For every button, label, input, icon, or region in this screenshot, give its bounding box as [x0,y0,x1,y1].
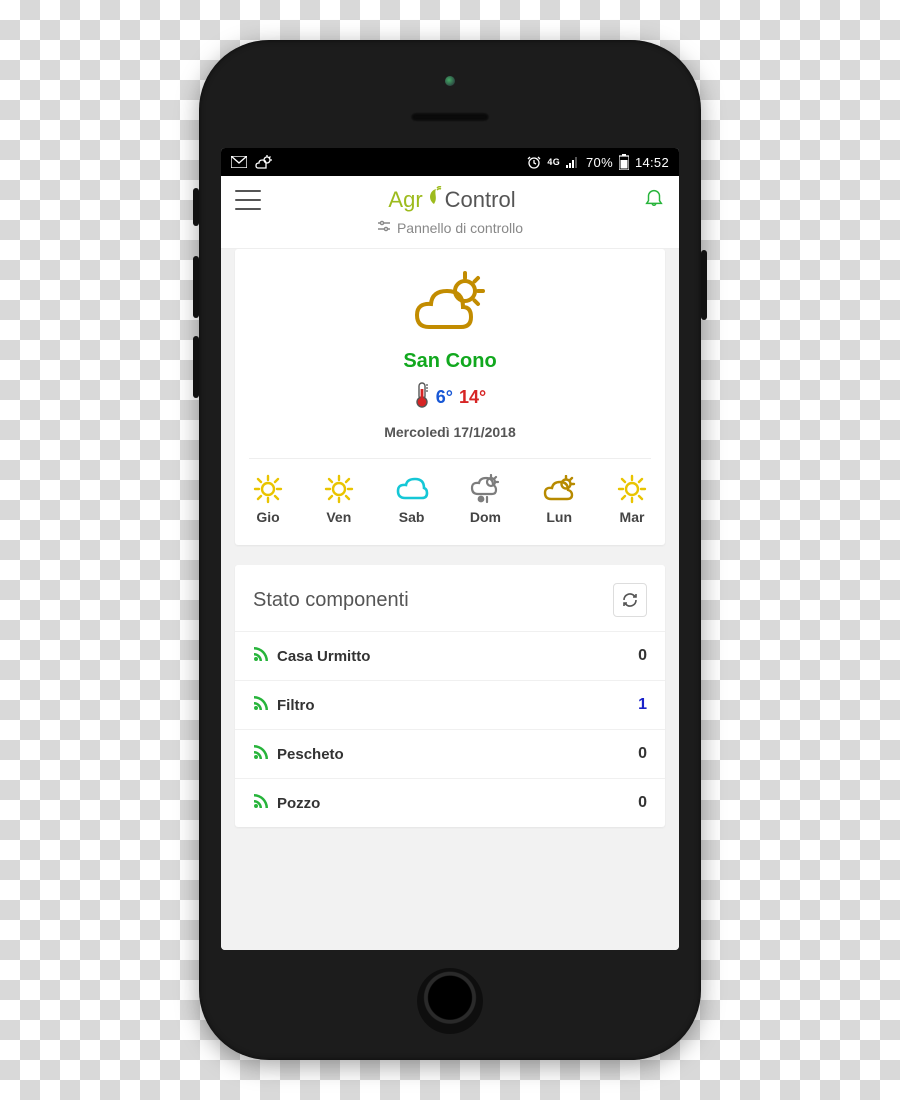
component-value: 0 [638,794,647,812]
component-name: Pescheto [277,746,344,763]
forecast-row: Gio Ven Sab Dom Lun Mar [249,459,651,527]
forecast-day[interactable]: Dom [469,475,501,525]
sun-icon [617,475,647,503]
component-name: Casa Urmitto [277,648,370,665]
app-header: Agr Control Pannello di controllo [221,176,679,249]
sliders-icon [377,219,391,236]
screen: 4G 70% 14:52 Agr [221,148,679,950]
forecast-day-label: Mar [620,509,645,525]
menu-button[interactable] [235,190,261,210]
logo-part2: Control [445,187,516,213]
component-name: Filtro [277,697,315,714]
signal-status-icon [253,793,269,813]
content-area: San Cono 6° 14° Mercoledì 17/1/2018 Gio V… [221,249,679,950]
thermometer-icon [414,381,430,414]
status-bar: 4G 70% 14:52 [221,148,679,176]
temp-low: 6° [436,387,453,408]
component-row[interactable]: Filtro 1 [235,680,665,729]
power-button [701,250,707,320]
battery-text: 70% [586,155,613,170]
component-row[interactable]: Pozzo 0 [235,778,665,827]
clock-text: 14:52 [635,155,669,170]
components-title: Stato componenti [253,589,409,612]
component-value: 0 [638,745,647,763]
forecast-day-label: Lun [546,509,572,525]
component-name: Pozzo [277,795,320,812]
weather-date: Mercoledì 17/1/2018 [384,424,516,440]
forecast-day[interactable]: Sab [395,475,429,525]
volume-up [193,256,199,318]
component-row[interactable]: Pescheto 0 [235,729,665,778]
components-list: Casa Urmitto 0 Filtro 1 Pescheto 0 Pozzo 0 [235,631,665,827]
leaf-icon [424,186,444,212]
phone-frame: 4G 70% 14:52 Agr [199,40,701,1060]
weather-notif-icon [255,155,273,169]
component-value: 0 [638,647,647,665]
weather-main-icon [405,267,495,342]
forecast-day-label: Gio [256,509,279,525]
temp-high: 14° [459,387,486,408]
notifications-button[interactable] [643,186,665,213]
home-button[interactable] [417,968,483,1034]
sun-icon [253,475,283,503]
app-logo: Agr Control [388,187,515,213]
logo-part1: Agr [388,187,422,213]
weather-card: San Cono 6° 14° Mercoledì 17/1/2018 Gio V… [235,249,665,545]
forecast-day-label: Sab [399,509,425,525]
cloud-icon [395,475,429,503]
mail-icon [231,156,247,168]
forecast-day[interactable]: Ven [324,475,354,525]
forecast-day[interactable]: Gio [253,475,283,525]
component-row[interactable]: Casa Urmitto 0 [235,631,665,680]
volume-down [193,336,199,398]
page-subtitle: Pannello di controllo [235,219,665,236]
mute-switch [193,188,199,226]
network-type-icon: 4G [547,158,560,167]
battery-icon [619,154,629,170]
signal-status-icon [253,646,269,666]
alarm-icon [527,155,541,169]
phone-speaker [410,112,490,122]
partly-icon [542,475,576,503]
subtitle-text: Pannello di controllo [397,220,523,236]
signal-icon [566,156,580,168]
sun-icon [324,475,354,503]
refresh-button[interactable] [613,583,647,617]
component-value: 1 [638,696,647,714]
forecast-day[interactable]: Lun [542,475,576,525]
forecast-day[interactable]: Mar [617,475,647,525]
temperature-row: 6° 14° [414,381,486,414]
signal-status-icon [253,744,269,764]
forecast-day-label: Dom [470,509,501,525]
rain-icon [469,475,501,503]
signal-status-icon [253,695,269,715]
forecast-day-label: Ven [326,509,351,525]
city-name: San Cono [403,350,496,373]
components-card: Stato componenti Casa Urmitto 0 Filtro 1 Pes… [235,565,665,827]
